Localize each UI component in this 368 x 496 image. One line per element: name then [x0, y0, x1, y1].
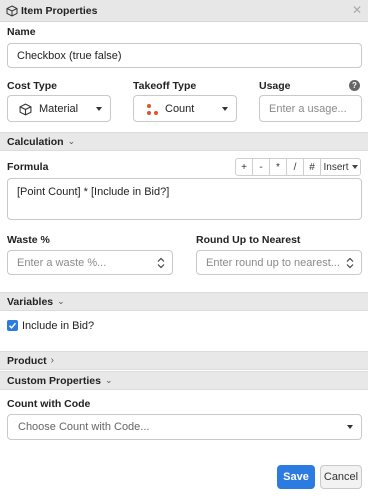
spinner-icon[interactable]: [157, 257, 165, 269]
custom-properties-section-label: Custom Properties: [7, 374, 101, 387]
count-with-code-placeholder: Choose Count with Code...: [18, 421, 150, 433]
cancel-button[interactable]: Cancel: [320, 465, 362, 489]
chevron-down-icon: ⌄: [57, 296, 65, 306]
round-up-placeholder: Enter round up to nearest...: [206, 256, 340, 269]
spinner-icon[interactable]: [346, 257, 354, 269]
cube-icon: [6, 5, 18, 17]
number-button[interactable]: #: [303, 158, 321, 176]
chevron-down-icon: ⌄: [67, 136, 76, 146]
cube-icon: [19, 103, 32, 116]
window-title: Item Properties: [21, 5, 98, 17]
chevron-down-icon: ⌄: [104, 375, 113, 385]
count-with-code-select[interactable]: Choose Count with Code...: [7, 414, 362, 440]
round-up-input[interactable]: Enter round up to nearest...: [196, 250, 362, 275]
title-bar: Item Properties ✕: [0, 0, 368, 22]
formula-label: Formula: [7, 161, 49, 173]
count-with-code-label: Count with Code: [7, 398, 91, 410]
chevron-down-icon: [96, 106, 102, 111]
chevron-down-icon: [347, 425, 353, 429]
cost-type-label: Cost Type: [7, 80, 57, 92]
waste-input[interactable]: Enter a waste %...: [7, 250, 173, 275]
divide-button[interactable]: /: [286, 158, 304, 176]
chevron-right-icon: ›: [50, 355, 55, 366]
cost-type-select[interactable]: Material: [7, 95, 111, 122]
takeoff-type-label: Takeoff Type: [133, 80, 197, 92]
waste-label: Waste %: [7, 234, 50, 246]
custom-properties-section-header[interactable]: Custom Properties ⌄: [0, 371, 368, 390]
calculation-section-header[interactable]: Calculation ⌄: [0, 132, 368, 151]
takeoff-type-select[interactable]: Count: [133, 95, 237, 122]
variables-section-label: Variables: [7, 295, 54, 308]
formula-toolbar: + - * / # Insert: [235, 158, 361, 176]
usage-input[interactable]: Enter a usage...: [259, 95, 362, 122]
round-up-label: Round Up to Nearest: [196, 234, 301, 246]
variables-section-header[interactable]: Variables ⌄: [0, 292, 368, 311]
name-value: Checkbox (true false): [17, 49, 122, 62]
count-dots-icon: [147, 104, 158, 115]
usage-label: Usage: [259, 80, 291, 92]
insert-label: Insert: [323, 161, 349, 173]
name-input[interactable]: Checkbox (true false): [7, 43, 362, 68]
calculation-section-label: Calculation: [7, 135, 64, 148]
save-button[interactable]: Save: [277, 465, 315, 489]
checkmark-icon: [8, 322, 17, 329]
insert-dropdown[interactable]: Insert: [320, 158, 361, 176]
usage-placeholder: Enter a usage...: [269, 102, 347, 115]
multiply-button[interactable]: *: [269, 158, 287, 176]
chevron-down-icon: [351, 165, 358, 169]
takeoff-type-value: Count: [165, 102, 195, 115]
waste-placeholder: Enter a waste %...: [17, 256, 107, 269]
chevron-down-icon: [222, 106, 228, 111]
formula-textarea[interactable]: [Point Count] * [Include in Bid?]: [7, 178, 362, 220]
formula-value: [Point Count] * [Include in Bid?]: [17, 186, 170, 198]
close-icon[interactable]: ✕: [352, 3, 362, 17]
cost-type-value: Material: [39, 102, 79, 115]
product-section-label: Product: [7, 354, 47, 367]
plus-button[interactable]: +: [235, 158, 253, 176]
include-in-bid-checkbox[interactable]: [7, 320, 18, 331]
help-icon[interactable]: ?: [349, 80, 360, 91]
name-label: Name: [7, 26, 36, 38]
minus-button[interactable]: -: [252, 158, 270, 176]
product-section-header[interactable]: Product ›: [0, 351, 368, 370]
include-in-bid-label[interactable]: Include in Bid?: [22, 320, 94, 332]
